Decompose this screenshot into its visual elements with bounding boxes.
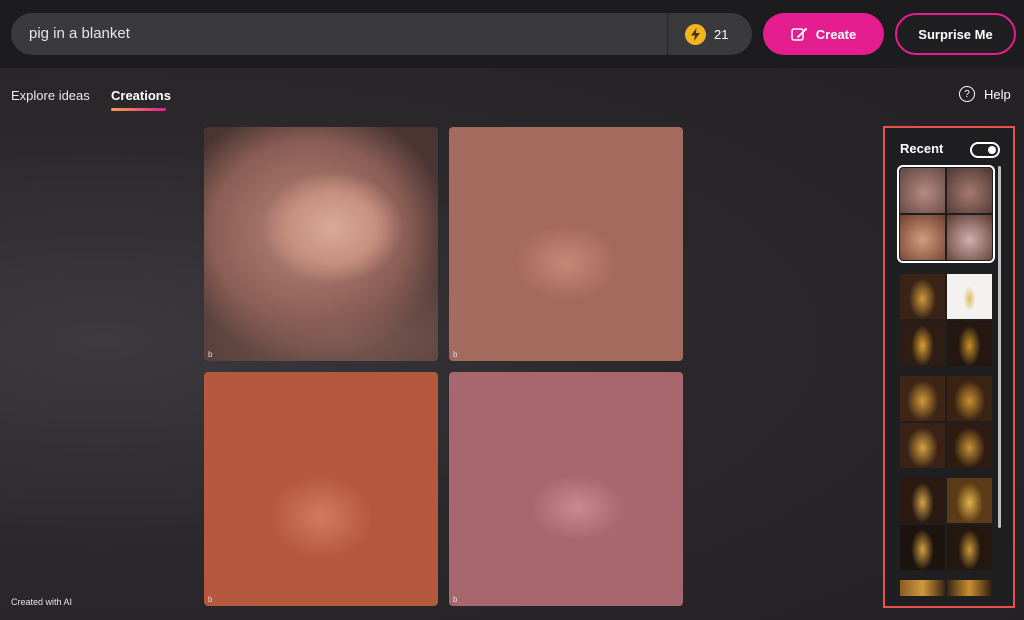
search-input[interactable]: pig in a blanket 21 bbox=[11, 13, 752, 55]
bing-watermark-icon: b bbox=[453, 350, 458, 359]
bing-watermark-icon: b bbox=[453, 595, 458, 604]
generated-image-2[interactable]: b bbox=[449, 127, 683, 361]
recent-thumbnail-2[interactable] bbox=[900, 274, 992, 366]
recent-thumbnail-4[interactable] bbox=[900, 478, 992, 570]
toggle-knob bbox=[988, 146, 996, 154]
create-button-label: Create bbox=[815, 26, 857, 42]
boost-counter[interactable]: 21 bbox=[685, 24, 728, 45]
boost-count: 21 bbox=[714, 27, 729, 42]
created-with-ai-text: Created with AI bbox=[11, 597, 73, 607]
create-icon bbox=[791, 27, 807, 41]
search-divider bbox=[667, 13, 668, 55]
bing-watermark-icon: b bbox=[208, 595, 213, 604]
generated-image-4[interactable]: b bbox=[449, 372, 683, 606]
top-bar: pig in a blanket 21 Create Surprise Me bbox=[0, 0, 1024, 68]
recent-thumbnail-3[interactable] bbox=[900, 376, 992, 468]
recent-thumbnail-5[interactable] bbox=[900, 580, 992, 596]
surprise-me-label: Surprise Me bbox=[918, 26, 993, 42]
recent-toggle[interactable] bbox=[970, 142, 1000, 158]
active-tab-indicator bbox=[111, 108, 166, 111]
tab-creations[interactable]: Creations bbox=[111, 88, 171, 103]
generated-image-1[interactable]: b bbox=[204, 127, 438, 361]
help-label: Help bbox=[984, 86, 1011, 102]
create-button[interactable]: Create bbox=[763, 13, 884, 55]
bing-watermark-icon: b bbox=[208, 350, 213, 359]
recent-thumbnail-1[interactable] bbox=[897, 165, 995, 263]
lightning-bolt-icon bbox=[685, 24, 706, 45]
search-input-text[interactable]: pig in a blanket bbox=[29, 25, 130, 42]
recent-panel: Recent bbox=[883, 126, 1015, 608]
tab-explore-ideas[interactable]: Explore ideas bbox=[11, 88, 90, 103]
recent-label: Recent bbox=[900, 141, 944, 156]
help-link[interactable]: ? Help bbox=[959, 86, 1011, 102]
generated-image-3[interactable]: b bbox=[204, 372, 438, 606]
surprise-me-button[interactable]: Surprise Me bbox=[895, 13, 1016, 55]
help-icon: ? bbox=[959, 86, 975, 102]
recent-scrollbar[interactable] bbox=[998, 166, 1001, 528]
